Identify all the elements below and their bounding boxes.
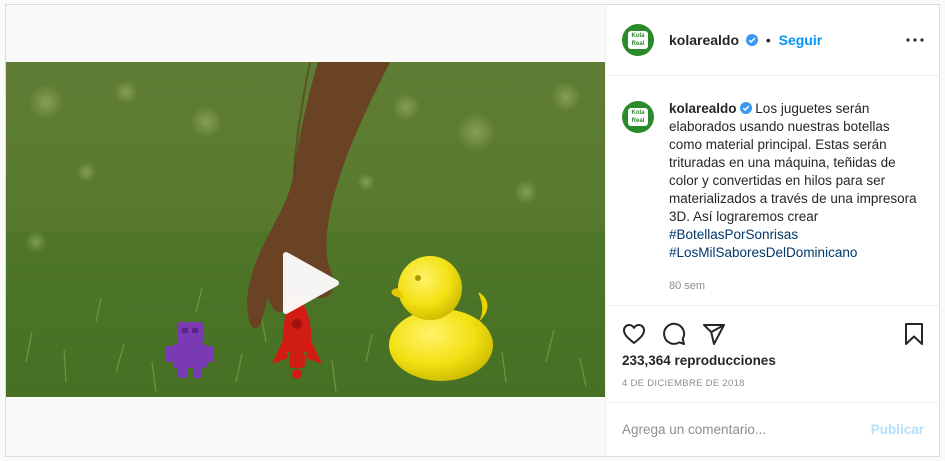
publish-button[interactable]: Publicar — [871, 422, 924, 437]
header-user-line: kolarealdo • Seguir — [669, 32, 822, 48]
follow-button[interactable]: Seguir — [779, 32, 823, 48]
brand-logo: Kola Real — [628, 108, 648, 126]
play-icon[interactable] — [278, 251, 342, 315]
username-link[interactable]: kolarealdo — [669, 32, 739, 48]
bookmark-icon[interactable] — [902, 322, 926, 346]
heart-icon[interactable] — [622, 322, 646, 346]
caption-username-link[interactable]: kolarealdo — [669, 101, 737, 116]
video-player[interactable] — [6, 62, 605, 397]
caption-avatar[interactable]: Kola Real — [622, 101, 654, 133]
view-count[interactable]: 233,364 reproducciones — [622, 353, 776, 368]
post-date[interactable]: 4 de diciembre de 2018 — [622, 378, 745, 389]
media-area — [6, 5, 605, 456]
verified-badge-icon — [739, 102, 752, 114]
hashtag-link[interactable]: #LosMilSaboresDelDominicano — [669, 244, 919, 262]
actions-section: 233,364 reproducciones 4 de diciembre de… — [606, 305, 940, 408]
separator-dot: • — [765, 32, 771, 48]
post-header: Kola Real kolarealdo • Seguir — [606, 5, 940, 76]
paper-plane-icon[interactable] — [702, 322, 726, 346]
more-options-icon[interactable] — [904, 31, 926, 49]
brand-logo: Kola Real — [628, 31, 648, 49]
comment-age: 80 sem — [669, 280, 706, 292]
comment-input[interactable] — [622, 416, 852, 442]
add-comment-section: Publicar — [606, 402, 940, 456]
caption-text: Los juguetes serán elaborados usando nue… — [669, 101, 917, 224]
verified-badge-icon — [745, 34, 758, 46]
post-side-panel: KolaReal kolarealdo • Seguir KolaReal — [605, 5, 940, 456]
video-frame — [6, 62, 605, 397]
post-caption: kolarealdo Los juguetes serán elaborados… — [669, 100, 919, 262]
comment-icon[interactable] — [662, 322, 686, 346]
comments-area: Kola Real kolarealdo Los juguetes serán e… — [606, 77, 940, 305]
hashtag-link[interactable]: #BotellasPorSonrisas — [669, 226, 919, 244]
avatar[interactable]: Kola Real — [622, 24, 654, 56]
instagram-post: KolaReal kolarealdo • Seguir KolaReal — [5, 4, 940, 457]
